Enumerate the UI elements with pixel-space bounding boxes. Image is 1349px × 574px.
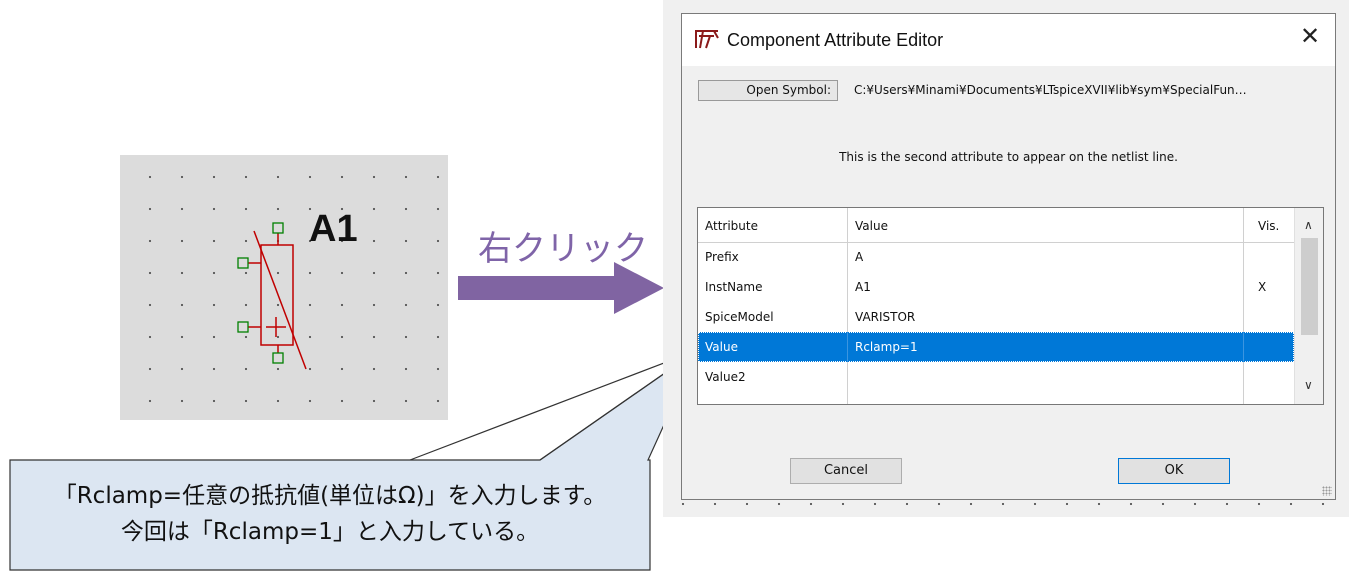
table-row[interactable] — [698, 392, 1294, 404]
value-cell[interactable]: VARISTOR — [848, 302, 1244, 332]
vis-cell[interactable]: X — [1244, 272, 1294, 302]
vis-cell[interactable] — [1244, 242, 1294, 272]
component-attribute-editor-dialog: Component Attribute Editor ✕ Open Symbol… — [681, 13, 1336, 500]
dialog-title: Component Attribute Editor — [727, 30, 944, 50]
table-row[interactable]: InstName A1 X — [698, 272, 1294, 302]
value-cell[interactable]: A1 — [848, 272, 1244, 302]
table-row[interactable]: SpiceModel VARISTOR — [698, 302, 1294, 332]
attribute-cell: Prefix — [698, 242, 848, 272]
callout-text: 「Rclamp=任意の抵抗値(単位はΩ)」を入力します。 今回は「Rclamp=… — [10, 478, 650, 550]
attribute-cell: SpiceModel — [698, 302, 848, 332]
scroll-down-icon[interactable]: ∨ — [1304, 378, 1313, 392]
header-attribute: Attribute — [698, 208, 848, 242]
attribute-table: Attribute Value Vis. Prefix A InstName A… — [697, 207, 1324, 405]
resize-grip-icon[interactable] — [1322, 486, 1332, 496]
title-bar[interactable]: Component Attribute Editor ✕ — [682, 14, 1335, 66]
header-value: Value — [848, 208, 1244, 242]
callout-line-2: 今回は「Rclamp=1」と入力している。 — [120, 519, 540, 545]
table-header: Attribute Value Vis. — [698, 208, 1294, 243]
vis-cell[interactable] — [1244, 332, 1294, 362]
attribute-cell: InstName — [698, 272, 848, 302]
table-row[interactable]: Value2 — [698, 362, 1294, 392]
scroll-thumb[interactable] — [1301, 238, 1318, 335]
close-icon[interactable]: ✕ — [1300, 22, 1320, 50]
table-row[interactable]: Prefix A — [698, 242, 1294, 272]
cancel-button[interactable]: Cancel — [790, 458, 902, 484]
symbol-path: C:¥Users¥Minami¥Documents¥LTspiceXVII¥li… — [854, 83, 1247, 97]
open-symbol-button[interactable]: Open Symbol: — [698, 80, 838, 101]
callout-line-1: 「Rclamp=任意の抵抗値(単位はΩ)」を入力します。 — [53, 483, 607, 509]
ltspice-app-icon — [695, 30, 719, 49]
value-cell[interactable]: Rclamp=1 — [848, 332, 1244, 362]
ok-button[interactable]: OK — [1118, 458, 1230, 484]
header-vis: Vis. — [1258, 219, 1280, 233]
attribute-cell: Value — [698, 332, 848, 362]
vis-cell[interactable] — [1244, 302, 1294, 332]
value-cell[interactable] — [848, 362, 1244, 392]
attribute-description: This is the second attribute to appear o… — [839, 150, 1178, 164]
attribute-cell: Value2 — [698, 362, 848, 392]
value-cell[interactable]: A — [848, 242, 1244, 272]
table-row-selected[interactable]: Value Rclamp=1 — [698, 332, 1294, 362]
vis-cell[interactable] — [1244, 362, 1294, 392]
scroll-up-icon[interactable]: ∧ — [1304, 218, 1313, 232]
table-scrollbar[interactable]: ∧ ∨ — [1294, 208, 1323, 404]
